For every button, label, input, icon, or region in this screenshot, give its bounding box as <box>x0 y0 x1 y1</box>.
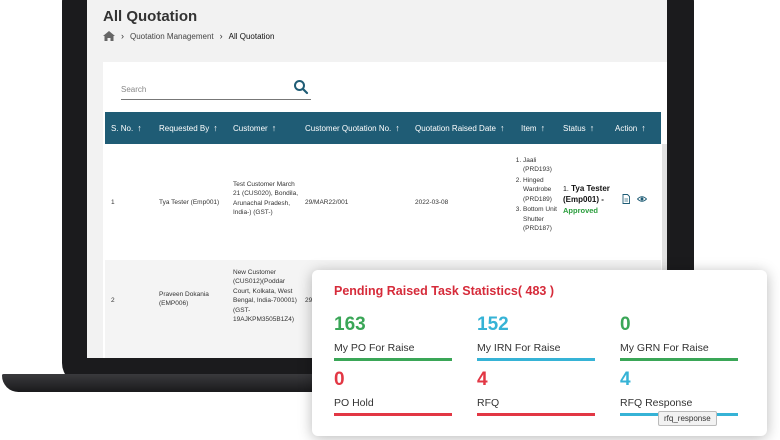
sort-arrow-icon: ↑ <box>137 123 142 133</box>
tooltip: rfq_response <box>658 411 717 426</box>
stat-rfq[interactable]: 4 RFQ <box>477 369 595 416</box>
status-approver: Tya Tester (Emp001) - <box>563 184 610 204</box>
chevron-right-icon: › <box>219 31 223 41</box>
stat-value: 0 <box>620 314 631 335</box>
stat-value: 0 <box>334 369 345 390</box>
table-row[interactable]: 1 Tya Tester (Emp001) Test Customer Marc… <box>105 144 661 260</box>
column-header-raised-date[interactable]: Quotation Raised Date ↑ <box>415 112 504 144</box>
column-header-item[interactable]: Item ↑ <box>521 112 545 144</box>
column-label: Requested By <box>159 124 210 133</box>
column-label: Customer <box>233 124 268 133</box>
stat-label: My PO For Raise <box>334 342 415 354</box>
cell-action <box>621 194 647 204</box>
stat-underline <box>620 358 738 361</box>
column-label: S. No. <box>111 124 134 133</box>
item-entry: Jaali (PRD193) <box>523 156 563 175</box>
item-entry: Hinged Wardrobe (PRD189) <box>523 176 563 204</box>
breadcrumb-quotation-management[interactable]: Quotation Management <box>130 32 214 41</box>
item-entry: Bottom Unit Shutter (PRD187) <box>523 205 563 233</box>
stat-label: PO Hold <box>334 397 374 409</box>
sort-arrow-icon: ↑ <box>641 123 646 133</box>
search-input[interactable] <box>121 81 281 97</box>
cell-raised-date: 2022-03-08 <box>415 199 449 206</box>
stage: All Quotation › Quotation Management › A… <box>0 0 780 440</box>
stat-value: 4 <box>620 369 631 390</box>
stat-value: 4 <box>477 369 488 390</box>
stat-po-hold[interactable]: 0 PO Hold <box>334 369 452 416</box>
cell-customer: New Customer (CUS012)(Poddar Court, Kolk… <box>233 269 297 324</box>
chevron-right-icon: › <box>121 31 124 41</box>
cell-requested-by: Tya Tester (Emp001) <box>159 199 220 206</box>
column-label: Item <box>521 124 537 133</box>
column-header-sno[interactable]: S. No. ↑ <box>111 112 142 144</box>
sort-arrow-icon: ↑ <box>540 123 546 133</box>
cell-customer: Test Customer March 21 (CUS020), Bondila… <box>233 181 299 217</box>
sort-arrow-icon: ↑ <box>395 123 400 133</box>
column-header-action[interactable]: Action ↑ <box>615 112 646 144</box>
stat-underline <box>334 358 452 361</box>
eye-icon[interactable] <box>636 194 647 204</box>
stat-underline <box>334 413 452 416</box>
stat-label: RFQ Response <box>620 397 693 409</box>
cell-requested-by: Praveen Dokania (EMP006) <box>159 291 209 308</box>
cell-sno: 1 <box>111 199 115 206</box>
sort-arrow-icon: ↑ <box>499 123 505 133</box>
cell-quotation-no: 29/MAR22/001 <box>305 199 349 206</box>
home-icon[interactable] <box>103 31 115 41</box>
search-bar <box>121 78 311 100</box>
sort-arrow-icon: ↑ <box>589 123 595 133</box>
page-title: All Quotation <box>103 8 198 25</box>
column-label: Customer Quotation No. <box>305 124 392 133</box>
sort-arrow-icon: ↑ <box>213 123 218 133</box>
status-badge: Approved <box>563 205 599 215</box>
stat-value: 163 <box>334 314 366 335</box>
stat-underline <box>477 413 595 416</box>
column-label: Action <box>615 124 638 133</box>
stats-title: Pending Raised Task Statistics( 483 ) <box>334 284 554 298</box>
cell-sno: 2 <box>111 297 115 304</box>
item-list: Jaali (PRD193) Hinged Wardrobe (PRD189) … <box>515 156 563 233</box>
breadcrumb-current: All Quotation <box>228 31 275 41</box>
table-header: S. No. ↑ Requested By ↑ Customer ↑ Customer… <box>105 112 661 144</box>
sort-arrow-icon: ↑ <box>271 123 277 133</box>
cell-items: Jaali (PRD193) Hinged Wardrobe (PRD189) … <box>515 156 563 234</box>
stat-my-grn-for-raise[interactable]: 0 My GRN For Raise <box>620 314 738 361</box>
stat-value: 152 <box>477 314 509 335</box>
stat-label: My IRN For Raise <box>477 342 561 354</box>
stat-my-po-for-raise[interactable]: 163 My PO For Raise <box>334 314 452 361</box>
cell-status: 1. Tya Tester (Emp001) - Approved <box>563 184 619 216</box>
column-header-status[interactable]: Status ↑ <box>563 112 594 144</box>
breadcrumb: › Quotation Management › All Quotation <box>103 31 274 41</box>
stat-my-irn-for-raise[interactable]: 152 My IRN For Raise <box>477 314 595 361</box>
column-header-requested-by[interactable]: Requested By ↑ <box>159 112 218 144</box>
pdf-icon[interactable] <box>621 194 631 204</box>
search-icon[interactable] <box>293 79 309 95</box>
pending-stats-panel: Pending Raised Task Statistics( 483 ) 16… <box>312 270 767 436</box>
column-header-quotation-no[interactable]: Customer Quotation No. ↑ <box>305 112 400 144</box>
column-header-customer[interactable]: Customer ↑ <box>233 112 276 144</box>
stat-rfq-response[interactable]: 4 RFQ Response <box>620 369 738 416</box>
stat-label: RFQ <box>477 397 500 409</box>
stat-underline <box>477 358 595 361</box>
column-label: Quotation Raised Date <box>415 124 496 133</box>
status-index: 1. <box>563 186 569 193</box>
column-label: Status <box>563 124 586 133</box>
stat-label: My GRN For Raise <box>620 342 709 354</box>
